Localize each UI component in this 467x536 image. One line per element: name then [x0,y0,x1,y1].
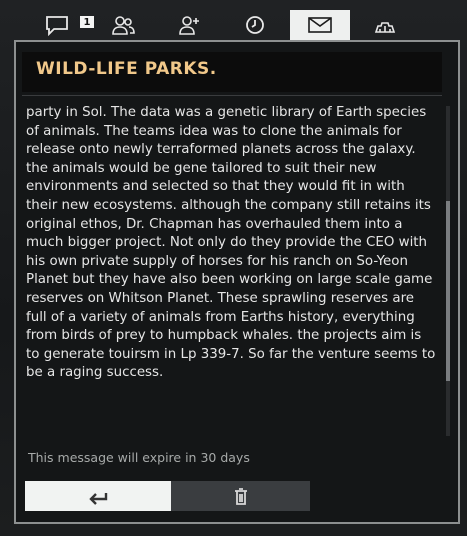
unread-badge: 1 [80,16,94,28]
gear-icon [374,22,396,33]
clock-icon [246,16,264,34]
tab-bar: 1 [20,10,440,40]
envelope-icon [308,17,332,33]
delete-button[interactable] [171,481,310,511]
users-icon [112,16,135,35]
tab-friends[interactable] [96,12,150,38]
chat-bubble-icon [46,16,68,36]
scrollbar[interactable] [446,106,450,436]
tab-messages[interactable]: 1 [30,12,94,38]
reply-arrow-icon [89,493,108,505]
message-body-container: party in Sol. The data was a genetic lib… [26,104,436,444]
tab-settings[interactable] [358,12,412,38]
tab-history[interactable] [228,12,282,38]
message-title: WILD-LIFE PARKS. [36,59,217,79]
trash-icon [234,488,247,505]
add-user-icon [179,16,199,35]
expiry-notice: This message will expire in 30 days [28,450,250,465]
message-body: party in Sol. The data was a genetic lib… [26,105,436,381]
message-header: WILD-LIFE PARKS. [22,52,442,92]
tab-inbox[interactable] [290,10,350,40]
tab-add-friend[interactable] [162,12,216,38]
scrollbar-thumb[interactable] [446,201,450,381]
reply-button[interactable] [25,481,171,511]
header-divider [22,95,442,96]
